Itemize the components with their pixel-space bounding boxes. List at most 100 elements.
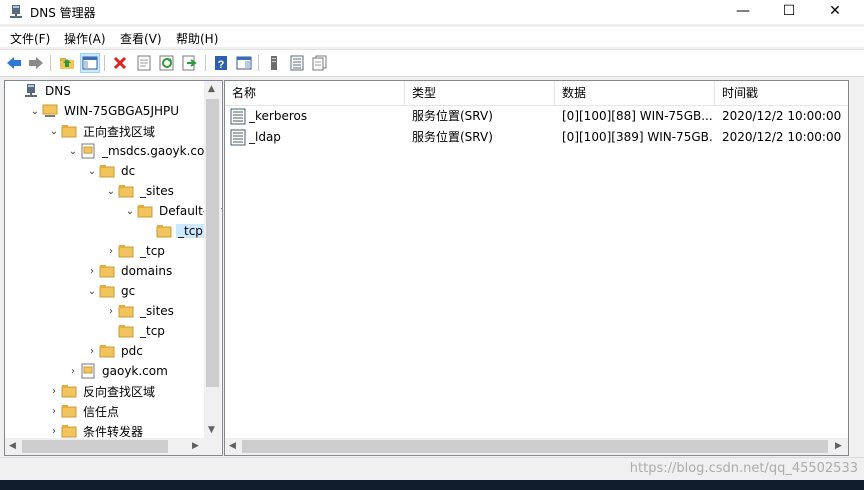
folder-icon bbox=[99, 263, 115, 279]
tree-item[interactable]: › 信任点 bbox=[47, 402, 121, 420]
folder-icon bbox=[61, 383, 77, 399]
back-button[interactable] bbox=[4, 53, 24, 73]
properties-button[interactable] bbox=[134, 53, 154, 73]
tree-item[interactable]: _tcp bbox=[142, 222, 205, 240]
column-header-type[interactable]: 类型 bbox=[405, 81, 555, 105]
tree-item[interactable]: › _sites bbox=[104, 302, 176, 320]
menu-file[interactable]: 文件(F) bbox=[10, 30, 50, 47]
scroll-left-icon[interactable]: ◀ bbox=[9, 441, 16, 451]
chevron-down-icon[interactable]: ⌄ bbox=[66, 146, 80, 157]
tree-vscroll-thumb[interactable] bbox=[206, 99, 219, 387]
scroll-right-icon[interactable]: ▶ bbox=[835, 441, 842, 451]
scroll-up-icon[interactable]: ▲ bbox=[208, 84, 215, 94]
folder-icon bbox=[137, 203, 153, 219]
minimize-button[interactable]: — bbox=[720, 0, 766, 24]
tree-item[interactable]: DNS bbox=[9, 82, 73, 100]
export-list-button[interactable] bbox=[180, 53, 200, 73]
up-level-button[interactable] bbox=[57, 53, 77, 73]
tree-item-label: _tcp bbox=[140, 324, 165, 338]
dns-app-icon bbox=[9, 4, 23, 23]
chevron-right-icon[interactable]: › bbox=[47, 406, 61, 417]
tree-item[interactable]: ⌄ _msdcs.gaoyk.com bbox=[66, 142, 218, 160]
forward-button[interactable] bbox=[26, 53, 46, 73]
scroll-right-icon[interactable]: ▶ bbox=[192, 441, 199, 451]
show-action-pane-button[interactable] bbox=[234, 53, 254, 73]
chevron-right-icon[interactable]: › bbox=[104, 246, 118, 257]
records-stack-icon bbox=[312, 55, 327, 71]
scroll-down-icon[interactable]: ▼ bbox=[208, 425, 215, 435]
server-button[interactable] bbox=[264, 53, 284, 73]
menu-help[interactable]: 帮助(H) bbox=[176, 30, 218, 47]
column-header-name[interactable]: 名称 bbox=[225, 81, 405, 105]
help-icon: ? bbox=[215, 56, 227, 71]
column-header-timestamp[interactable]: 时间戳 bbox=[715, 81, 848, 105]
console-tree-pane[interactable]: DNS ⌄ WIN-75GBGA5JHPU ⌄ 正向查找区域 ⌄ _msdcs.gaoyk.… bbox=[4, 80, 223, 456]
tree-item-label: WIN-75GBGA5JHPU bbox=[64, 104, 180, 118]
server-icon bbox=[42, 103, 58, 119]
list-horizontal-scrollbar[interactable]: ◀ ▶ bbox=[225, 438, 848, 455]
menu-view[interactable]: 查看(V) bbox=[120, 30, 162, 47]
dns-icon bbox=[23, 83, 39, 99]
table-row[interactable]: _ldap 服务位置(SRV) [0][100][389] WIN-75GB..… bbox=[225, 127, 848, 148]
record-timestamp: 2020/12/2 10:00:00 bbox=[722, 130, 842, 144]
chevron-down-icon[interactable]: ⌄ bbox=[123, 206, 137, 217]
help-button[interactable]: ? bbox=[211, 53, 231, 73]
tree-item[interactable]: ⌄ 正向查找区域 bbox=[47, 122, 157, 140]
zone-icon bbox=[80, 363, 96, 379]
maximize-button[interactable]: ☐ bbox=[766, 0, 812, 24]
records-button[interactable] bbox=[310, 53, 330, 73]
tree-item[interactable]: ⌄ gc bbox=[85, 282, 137, 300]
chevron-right-icon[interactable]: › bbox=[47, 426, 61, 437]
chevron-right-icon[interactable]: › bbox=[104, 306, 118, 317]
tree-hscroll-thumb[interactable] bbox=[22, 440, 168, 453]
scroll-left-icon[interactable]: ◀ bbox=[229, 441, 236, 451]
tree-item-label: pdc bbox=[121, 344, 143, 358]
zone-icon bbox=[80, 143, 96, 159]
tree-horizontal-scrollbar[interactable]: ◀ ▶ bbox=[5, 438, 204, 455]
folder-icon bbox=[118, 243, 134, 259]
chevron-right-icon[interactable]: › bbox=[66, 366, 80, 377]
server-tower-icon bbox=[271, 56, 277, 70]
tree-item-label: DNS bbox=[45, 84, 71, 98]
tree-item-label: gaoyk.com bbox=[102, 364, 168, 378]
tree-item-label: _msdcs.gaoyk.com bbox=[102, 144, 217, 158]
window-title: DNS 管理器 bbox=[30, 6, 96, 20]
chevron-down-icon[interactable]: ⌄ bbox=[104, 186, 118, 197]
record-list-button[interactable] bbox=[287, 53, 307, 73]
chevron-right-icon[interactable]: › bbox=[85, 346, 99, 357]
record-name: _kerberos bbox=[249, 109, 308, 123]
action-pane-icon bbox=[236, 56, 252, 70]
chevron-down-icon[interactable]: ⌄ bbox=[85, 286, 99, 297]
tree-item[interactable]: ⌄ _sites bbox=[104, 182, 176, 200]
chevron-right-icon[interactable]: › bbox=[47, 386, 61, 397]
tree-item[interactable]: _tcp bbox=[104, 322, 167, 340]
refresh-button[interactable] bbox=[157, 53, 177, 73]
close-button[interactable]: ✕ bbox=[812, 0, 858, 24]
record-type: 服务位置(SRV) bbox=[412, 109, 493, 123]
delete-button[interactable] bbox=[110, 53, 130, 73]
chevron-down-icon[interactable]: ⌄ bbox=[47, 126, 61, 137]
scrollbar-corner bbox=[204, 438, 221, 455]
chevron-down-icon[interactable]: ⌄ bbox=[28, 106, 42, 117]
chevron-right-icon[interactable]: › bbox=[85, 266, 99, 277]
tree-vertical-scrollbar[interactable]: ▲ ▼ bbox=[204, 81, 221, 438]
chevron-down-icon[interactable]: ⌄ bbox=[85, 166, 99, 177]
toolbar-separator bbox=[50, 55, 51, 71]
record-name: _ldap bbox=[249, 130, 281, 144]
tree-item[interactable]: › gaoyk.com bbox=[66, 362, 170, 380]
tree-item[interactable]: › 反向查找区域 bbox=[47, 382, 157, 400]
tree-item[interactable]: › domains bbox=[85, 262, 174, 280]
details-list-pane[interactable]: 名称 类型 数据 时间戳 _kerberos 服务位置(SRV) [0][100… bbox=[224, 80, 849, 456]
column-header-data[interactable]: 数据 bbox=[555, 81, 715, 105]
show-hide-console-tree-button[interactable] bbox=[80, 53, 100, 73]
table-row[interactable]: _kerberos 服务位置(SRV) [0][100][88] WIN-75G… bbox=[225, 106, 848, 127]
tree-item[interactable]: ⌄ dc bbox=[85, 162, 137, 180]
tree-item[interactable]: › _tcp bbox=[104, 242, 167, 260]
svg-text:?: ? bbox=[218, 59, 225, 71]
list-hscroll-thumb[interactable] bbox=[242, 440, 828, 453]
tree-item-label: 信任点 bbox=[83, 404, 120, 419]
tree-item[interactable]: › pdc bbox=[85, 342, 145, 360]
tree-item-label: 反向查找区域 bbox=[83, 384, 156, 399]
tree-item[interactable]: ⌄ WIN-75GBGA5JHPU bbox=[28, 102, 181, 120]
menu-action[interactable]: 操作(A) bbox=[64, 30, 106, 47]
